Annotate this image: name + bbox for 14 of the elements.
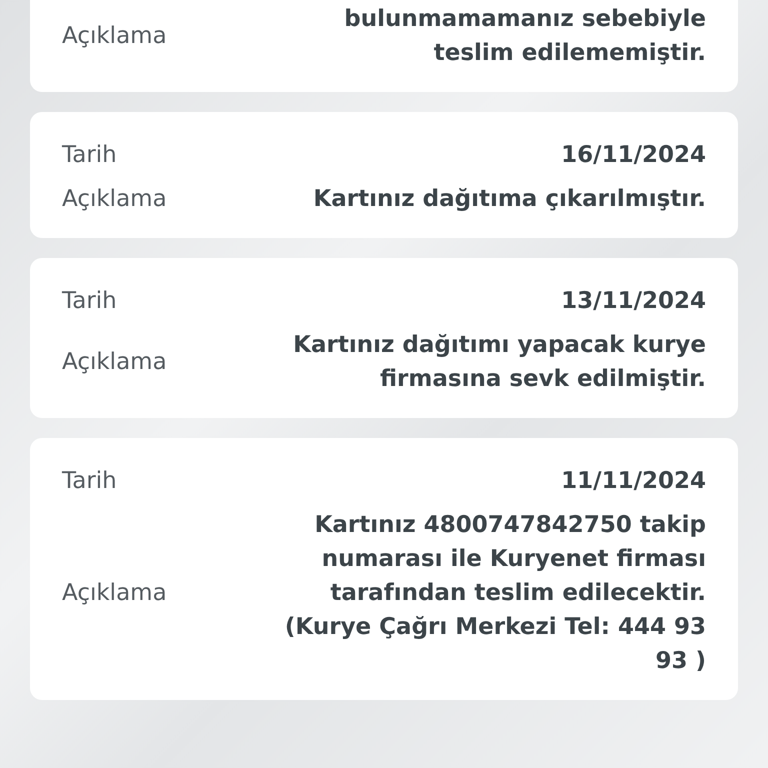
description-text: bulunmamamanız sebebiyle teslim edilememiştir. [343,5,706,68]
date-value: 11/11/2024 [561,467,706,496]
date-value: 13/11/2024 [561,287,706,316]
date-label: Tarih [62,141,117,170]
description-label: Açıklama [62,348,167,377]
description-label: Açıklama [62,22,167,51]
description-label: Açıklama [62,185,167,214]
date-label: Tarih [62,467,117,496]
description-label: Açıklama [62,579,167,608]
date-label: Tarih [62,287,117,316]
description-text: Kartınız dağıtıma çıkarılmıştır. [313,185,706,214]
description-text: Kartınız dağıtımı yapacak kurye firmasına sevk edilmiştir. [292,331,706,394]
date-value: 16/11/2024 [561,141,706,170]
description-text: Kartınız 4800747842750 takip numarası ile Kuryenet firması tarafından teslim edilecektir. (Kurye Çağrı Merkezi Tel: 444 93 93 ) [284,511,706,676]
